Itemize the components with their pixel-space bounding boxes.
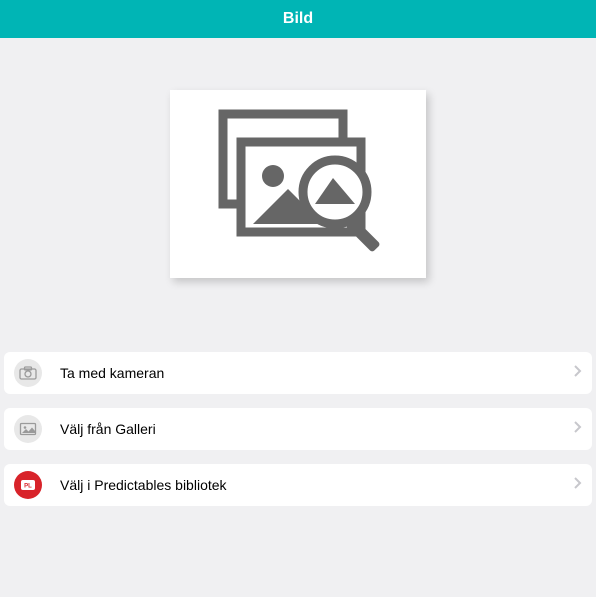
image-search-icon — [203, 104, 393, 264]
option-take-with-camera[interactable]: Ta med kameran — [4, 352, 592, 394]
option-label: Ta med kameran — [60, 365, 574, 381]
svg-text:PL: PL — [24, 484, 32, 490]
image-preview-area — [0, 38, 596, 322]
option-label: Välj i Predictables bibliotek — [60, 477, 574, 493]
option-choose-from-gallery[interactable]: Välj från Galleri — [4, 408, 592, 450]
options-list: Ta med kameran Välj från Galleri PL Välj… — [0, 322, 596, 506]
chevron-right-icon — [574, 420, 582, 438]
image-preview-placeholder — [170, 90, 426, 278]
chevron-right-icon — [574, 476, 582, 494]
camera-icon — [14, 359, 42, 387]
option-predictable-library[interactable]: PL Välj i Predictables bibliotek — [4, 464, 592, 506]
predictable-library-icon: PL — [14, 471, 42, 499]
page-title: Bild — [283, 10, 313, 28]
header: Bild — [0, 0, 596, 38]
option-label: Välj från Galleri — [60, 421, 574, 437]
chevron-right-icon — [574, 364, 582, 382]
gallery-icon — [14, 415, 42, 443]
